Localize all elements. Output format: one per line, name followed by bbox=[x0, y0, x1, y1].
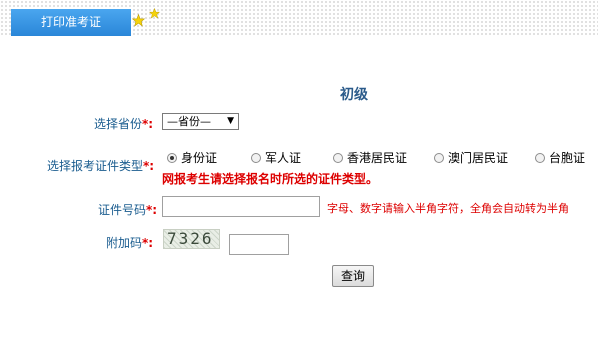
radio-label: 身份证 bbox=[181, 151, 218, 165]
id-type-radio-group: 身份证 军人证 香港居民证 澳门居民证 台胞证 bbox=[162, 149, 598, 167]
required-mark: *: bbox=[143, 159, 155, 173]
radio-option-hk-resident[interactable]: 香港居民证 bbox=[333, 149, 407, 166]
province-label-text: 选择省份 bbox=[94, 117, 143, 131]
required-mark: *: bbox=[146, 203, 158, 217]
radio-unchecked-icon[interactable] bbox=[251, 152, 261, 163]
radio-option-id-card[interactable]: 身份证 bbox=[167, 149, 217, 166]
radio-unchecked-icon[interactable] bbox=[434, 152, 444, 163]
radio-option-taiwan-compatriot[interactable]: 台胞证 bbox=[535, 149, 585, 166]
province-select[interactable]: —省份— ▼ bbox=[162, 113, 239, 130]
level-title: 初级 bbox=[340, 87, 368, 103]
radio-label: 澳门居民证 bbox=[448, 151, 509, 165]
radio-label: 台胞证 bbox=[549, 151, 586, 165]
dropdown-arrow-icon: ▼ bbox=[227, 116, 234, 126]
radio-option-macao-resident[interactable]: 澳门居民证 bbox=[434, 149, 508, 166]
radio-unchecked-icon[interactable] bbox=[333, 152, 343, 163]
province-selected-value: —省份— bbox=[167, 115, 211, 128]
id-number-label: 证件号码*: bbox=[98, 201, 157, 218]
star-icon bbox=[132, 14, 145, 27]
radio-label: 军人证 bbox=[265, 151, 302, 165]
id-number-label-text: 证件号码 bbox=[98, 203, 147, 217]
radio-checked-icon[interactable] bbox=[167, 152, 177, 163]
id-number-input[interactable] bbox=[162, 196, 320, 217]
tab-print-admission-ticket[interactable]: 打印准考证 bbox=[11, 9, 131, 36]
id-type-label-text: 选择报考证件类型 bbox=[47, 159, 144, 173]
captcha-label: 附加码*: bbox=[106, 234, 153, 251]
captcha-label-text: 附加码 bbox=[106, 236, 143, 250]
required-mark: *: bbox=[142, 236, 154, 250]
id-number-hint: 字母、数字请输入半角字符，全角会自动转为半角 bbox=[327, 202, 569, 215]
star-icon bbox=[149, 8, 160, 19]
radio-unchecked-icon[interactable] bbox=[535, 152, 545, 163]
captcha-input[interactable] bbox=[229, 234, 289, 255]
query-button[interactable]: 查询 bbox=[332, 265, 374, 287]
captcha-image[interactable]: 7326 bbox=[163, 229, 220, 249]
radio-option-military-id[interactable]: 军人证 bbox=[251, 149, 301, 166]
radio-label: 香港居民证 bbox=[347, 151, 408, 165]
id-type-label: 选择报考证件类型*: bbox=[47, 157, 154, 174]
required-mark: *: bbox=[142, 117, 154, 131]
id-type-warning: 网报考生请选择报名时所选的证件类型。 bbox=[162, 172, 379, 186]
province-label: 选择省份*: bbox=[94, 115, 153, 132]
